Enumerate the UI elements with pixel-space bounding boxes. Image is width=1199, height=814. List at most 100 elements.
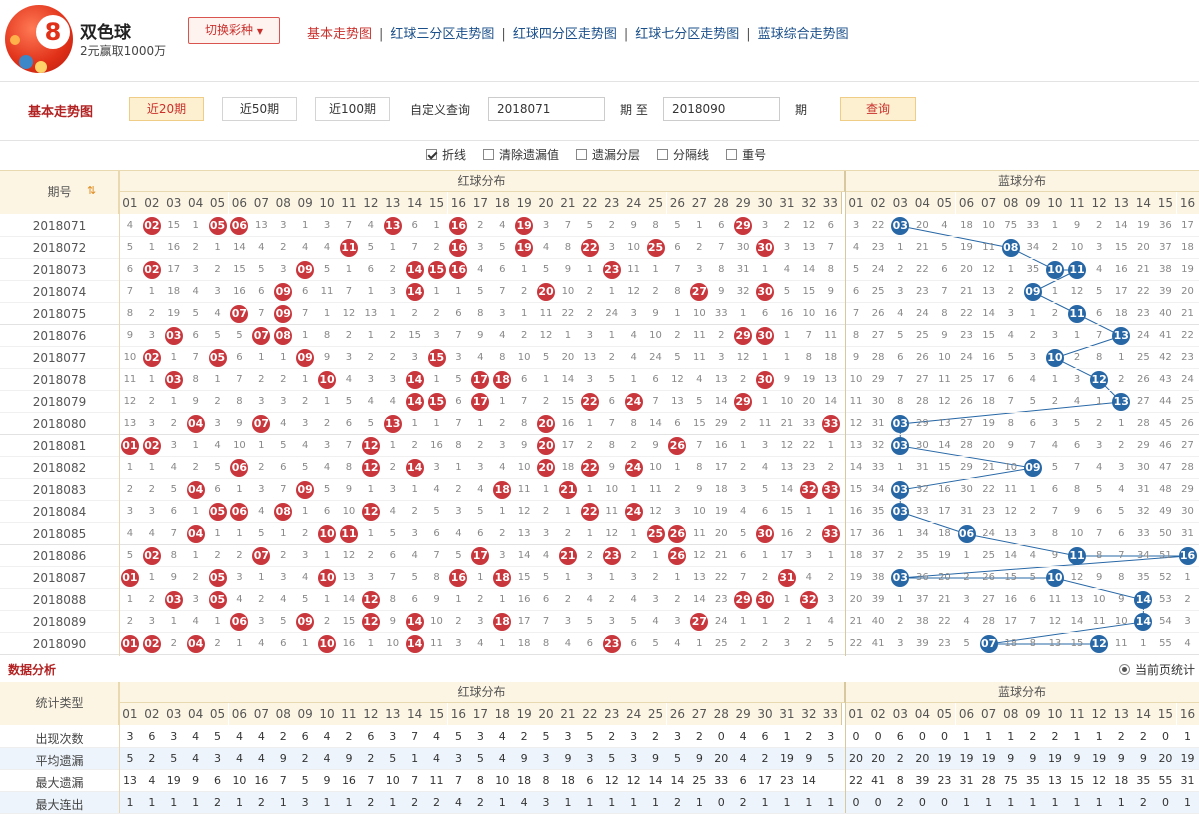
miss-value: 16: [849, 506, 863, 517]
miss-value: 2: [192, 572, 199, 583]
miss-value: 13: [583, 352, 597, 363]
nav-link-2[interactable]: 红球四分区走势图: [513, 27, 617, 42]
miss-value: 1: [126, 594, 134, 605]
miss-value: 5: [761, 484, 769, 495]
miss-value: 2: [805, 638, 813, 649]
stats-value: 10: [385, 774, 400, 787]
miss-value: 1: [761, 396, 769, 407]
miss-value: 36: [871, 528, 885, 539]
stats-value: 33: [714, 774, 729, 787]
miss-value: 1: [323, 396, 331, 407]
miss-value: 2: [455, 616, 462, 627]
miss-value: 16: [430, 440, 443, 451]
miss-value: 1: [433, 220, 440, 231]
switch-lottery-button[interactable]: 切换彩种 ▼: [188, 17, 280, 44]
miss-value: 5: [258, 264, 265, 275]
option-0[interactable]: 折线: [426, 148, 466, 162]
miss-value: 18: [714, 484, 728, 495]
stats-value: 18: [560, 774, 575, 787]
red-ball: 12: [361, 613, 380, 631]
miss-value: 1: [1140, 638, 1147, 649]
miss-value: 5: [1051, 462, 1059, 473]
miss-value: 3: [1051, 330, 1059, 341]
miss-value: 13: [849, 440, 863, 451]
miss-value: 4: [499, 462, 506, 473]
from-period-input[interactable]: [488, 97, 605, 121]
stats-value: 1: [761, 796, 769, 809]
option-2[interactable]: 遗漏分层: [576, 148, 640, 162]
miss-value: 13: [671, 396, 684, 407]
miss-value: 2: [739, 638, 747, 649]
red-ball: 04: [186, 481, 205, 499]
miss-value: 1: [236, 484, 243, 495]
miss-value: 11: [1004, 484, 1018, 495]
red-ball: 24: [624, 393, 643, 411]
query-button[interactable]: 查询: [840, 97, 916, 121]
option-1[interactable]: 清除遗漏值: [483, 148, 559, 162]
current-page-stats-radio[interactable]: 当前页统计: [1118, 661, 1195, 678]
miss-value: 7: [301, 308, 309, 319]
miss-value: 16: [1114, 264, 1128, 275]
query-bar: 基本走势图 近20期 近50期 近100期 自定义查询 期 至 期 查询: [0, 83, 1199, 141]
col-header-blue-13: 13: [1110, 703, 1133, 725]
miss-value: 9: [1095, 572, 1103, 583]
col-header-red-22: 22: [578, 703, 601, 725]
miss-value: 2: [1073, 352, 1081, 363]
miss-value: 4: [389, 396, 396, 407]
miss-value: 7: [455, 330, 462, 341]
miss-value: 39: [915, 638, 929, 649]
miss-value: 1: [1118, 418, 1125, 429]
miss-value: 29: [1136, 440, 1150, 451]
miss-value: 2: [477, 220, 484, 231]
miss-value: 2: [170, 418, 177, 429]
miss-value: 1: [783, 594, 791, 605]
miss-value: 4: [301, 242, 309, 253]
nav-link-3[interactable]: 红球七分区走势图: [635, 27, 739, 42]
miss-value: 9: [1007, 440, 1014, 451]
miss-value: 13: [123, 418, 137, 429]
miss-value: 33: [871, 462, 885, 473]
nav-link-1[interactable]: 红球三分区走势图: [390, 27, 494, 42]
miss-value: 10: [605, 484, 619, 495]
miss-value: 11: [1048, 594, 1062, 605]
stats-value: 0: [874, 796, 882, 809]
miss-value: 19: [938, 550, 951, 561]
miss-value: 13: [802, 242, 816, 253]
miss-value: 1: [1118, 352, 1125, 363]
miss-value: 1: [214, 374, 221, 385]
miss-value: 20: [982, 440, 995, 451]
miss-value: 11: [849, 396, 863, 407]
miss-value: 1: [170, 396, 177, 407]
option-3[interactable]: 分隔线: [657, 148, 709, 162]
stats-value: 2: [1051, 730, 1059, 743]
miss-value: 5: [126, 242, 134, 253]
red-ball: 02: [142, 261, 161, 279]
option-4[interactable]: 重号: [726, 148, 766, 162]
miss-value: 6: [477, 528, 484, 539]
miss-value: 28: [915, 396, 929, 407]
miss-value: 2: [674, 330, 681, 341]
miss-value: 6: [674, 418, 681, 429]
blue-ball: 06: [957, 525, 976, 543]
stats-value: 1: [652, 796, 660, 809]
stats-value: 5: [542, 730, 550, 743]
miss-value: 4: [258, 506, 265, 517]
nav-link-4[interactable]: 蓝球综合走势图: [758, 27, 849, 42]
blue-ball: 09: [1023, 459, 1042, 477]
miss-value: 12: [982, 264, 995, 275]
period-cell: 2018074: [32, 285, 87, 299]
sort-icon[interactable]: ⇅: [87, 184, 96, 197]
period-20-button[interactable]: 近20期: [129, 97, 204, 121]
miss-value: 1: [367, 484, 375, 495]
miss-value: 13: [1070, 594, 1084, 605]
period-100-button[interactable]: 近100期: [315, 97, 390, 121]
stats-value: 2: [896, 752, 904, 765]
miss-value: 26: [982, 572, 995, 583]
red-ball: 15: [427, 349, 446, 367]
to-period-input[interactable]: [663, 97, 780, 121]
stats-value: 0: [918, 796, 926, 809]
nav-link-0[interactable]: 基本走势图: [307, 27, 372, 42]
miss-value: 12: [849, 418, 863, 429]
miss-value: 24: [605, 308, 619, 319]
period-50-button[interactable]: 近50期: [222, 97, 297, 121]
